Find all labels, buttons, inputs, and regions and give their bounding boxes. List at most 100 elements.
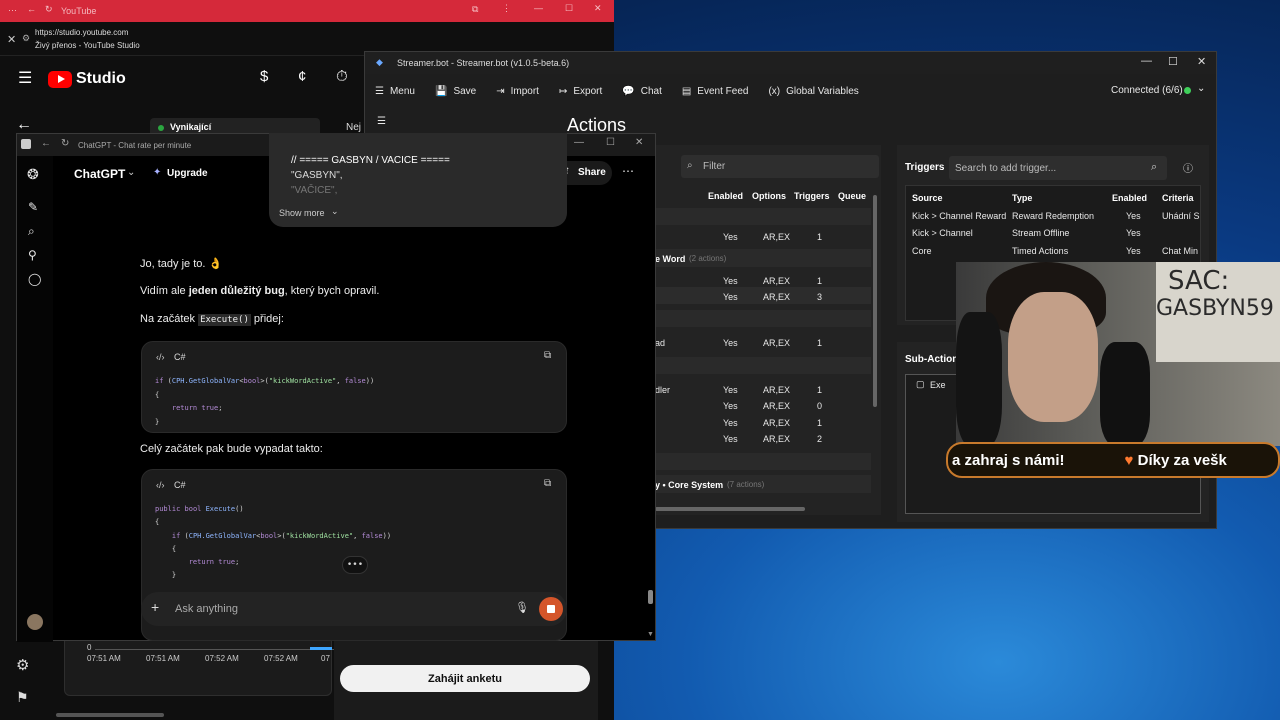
minimize-icon[interactable]: — <box>1141 55 1152 67</box>
table-row[interactable]: Yes AR,EX 3 <box>655 287 871 304</box>
trigger-search-input[interactable]: Search to add trigger... ⌕ <box>949 156 1167 180</box>
close-tab-icon[interactable]: ✕ <box>7 33 16 46</box>
maximize-icon[interactable]: ☐ <box>606 137 615 148</box>
reload-icon[interactable]: ↻ <box>45 4 53 15</box>
time-label: 07:52 AM <box>264 654 298 663</box>
message-input[interactable]: + Ask anything 🎙 <box>141 592 567 626</box>
show-more-button[interactable]: Show more <box>279 208 325 218</box>
table-row[interactable]: Yes AR,EX 1 <box>655 413 871 430</box>
site-settings-icon[interactable]: ⚙ <box>22 33 30 44</box>
cell-options: AR,EX <box>763 276 791 286</box>
openai-logo-icon[interactable]: ❂ <box>27 166 39 183</box>
group-row[interactable] <box>655 453 871 470</box>
connection-status[interactable]: Connected (6/6) <box>1111 85 1183 96</box>
table-row[interactable]: dler Yes AR,EX 1 <box>655 380 871 397</box>
model-selector[interactable]: ChatGPT <box>74 167 125 181</box>
group-row[interactable]: y • Core System (7 actions) <box>655 475 871 493</box>
monetization-icon[interactable]: ¢ <box>298 68 306 85</box>
event-feed-button[interactable]: ▤ Event Feed <box>672 86 759 97</box>
extensions-icon[interactable]: ⧉ <box>472 4 478 15</box>
close-icon[interactable]: ✕ <box>635 137 643 148</box>
chevron-down-icon[interactable]: ⌄ <box>331 206 339 217</box>
col-criteria[interactable]: Criteria <box>1162 193 1194 203</box>
more-options-icon[interactable]: ⋯ <box>622 164 634 178</box>
new-chat-icon[interactable]: ✎ <box>28 200 38 214</box>
export-button[interactable]: ↦ Export <box>549 86 612 97</box>
more-icon[interactable]: ⋮ <box>502 3 511 14</box>
scroll-more-icon[interactable]: ••• <box>342 556 368 574</box>
col-queue[interactable]: Queue <box>838 191 866 201</box>
cell-triggers: 1 <box>817 385 823 395</box>
scroll-down-icon[interactable]: ▼ <box>647 631 654 638</box>
maximize-icon[interactable]: ☐ <box>565 3 573 14</box>
microphone-icon[interactable]: 🎙 <box>515 601 529 614</box>
start-poll-button[interactable]: Zahájit anketu <box>340 665 590 692</box>
global-variables-button[interactable]: (x) Global Variables <box>758 86 868 97</box>
trigger-row[interactable]: Kick > Channel Reward Reward Redemption Ye… <box>906 208 1200 224</box>
vertical-scrollbar[interactable] <box>873 195 877 407</box>
group-row[interactable] <box>655 310 871 327</box>
info-icon[interactable]: ⓘ <box>1183 160 1193 175</box>
minimize-icon[interactable]: — <box>534 3 543 13</box>
sign-text: SAC: <box>1168 266 1230 296</box>
avatar[interactable] <box>27 614 43 630</box>
search-icon[interactable]: ⌕ <box>28 224 35 239</box>
close-icon[interactable]: ✕ <box>594 3 602 14</box>
trigger-row[interactable]: Kick > Channel Stream Offline Yes <box>906 225 1200 241</box>
reload-icon[interactable]: ↻ <box>61 138 69 149</box>
table-row[interactable]: Yes AR,EX 0 <box>655 396 871 413</box>
col-options[interactable]: Options <box>752 191 786 201</box>
add-icon[interactable]: + <box>151 599 159 615</box>
group-row[interactable] <box>655 357 871 374</box>
user-message-bubble: // ===== GASBYN / VACICE ===== "GASBYN",… <box>269 133 567 227</box>
settings-icon[interactable]: ⚙ <box>16 656 29 674</box>
back-icon[interactable]: ← <box>27 4 36 14</box>
table-row[interactable]: ad Yes AR,EX 1 <box>655 333 871 350</box>
studio-logo[interactable]: Studio <box>48 70 126 88</box>
group-row[interactable]: e Word (2 actions) <box>655 249 871 267</box>
col-type[interactable]: Type <box>1012 193 1032 203</box>
horizontal-scrollbar[interactable] <box>655 507 805 511</box>
table-row[interactable]: Yes AR,EX 2 <box>655 429 871 446</box>
stop-button[interactable] <box>539 597 563 621</box>
timer-icon[interactable]: ⏱ <box>336 68 348 85</box>
save-button[interactable]: 💾 Save <box>425 86 486 97</box>
money-icon[interactable]: $ <box>260 68 268 85</box>
upgrade-button[interactable]: Upgrade <box>167 168 208 179</box>
hamburger-icon[interactable]: ☰ <box>18 68 32 88</box>
col-enabled[interactable]: Enabled <box>1112 193 1147 203</box>
col-triggers[interactable]: Triggers <box>794 191 830 201</box>
vertical-scrollbar[interactable] <box>648 590 653 604</box>
heart-icon: ♥ <box>1124 451 1134 469</box>
close-icon[interactable]: ✕ <box>1197 55 1206 68</box>
copy-icon[interactable]: ⧉ <box>544 478 551 489</box>
copy-icon[interactable]: ⧉ <box>544 350 551 361</box>
back-icon[interactable]: ← <box>41 138 51 149</box>
table-row[interactable]: Yes AR,EX 1 <box>655 271 871 288</box>
chevron-down-icon[interactable]: ⌄ <box>1197 83 1205 94</box>
back-arrow-icon[interactable]: ← <box>16 116 32 134</box>
horizontal-scrollbar[interactable] <box>56 713 164 717</box>
triggers-label: Triggers <box>905 162 945 173</box>
import-button[interactable]: ⇥ Import <box>486 86 549 97</box>
chevron-down-icon[interactable]: ⌄ <box>127 167 135 178</box>
chat-button[interactable]: 💬 Chat <box>612 86 672 97</box>
search-icon[interactable]: ⌕ <box>1151 161 1157 174</box>
maximize-icon[interactable]: ☐ <box>1168 55 1178 68</box>
table-row[interactable]: Yes AR,EX 1 <box>655 227 871 244</box>
list-icon[interactable]: ☰ <box>377 116 386 127</box>
chat-bubble-icon[interactable]: ◯ <box>28 272 41 286</box>
cell-enabled: Yes <box>723 232 738 242</box>
url-text[interactable]: https://studio.youtube.com <box>35 28 128 37</box>
col-enabled[interactable]: Enabled <box>708 191 743 201</box>
col-source[interactable]: Source <box>912 193 943 203</box>
minimize-icon[interactable]: — <box>574 137 584 148</box>
group-row[interactable] <box>655 208 871 225</box>
sub-item[interactable]: Exe <box>930 380 946 390</box>
browser-menu-icon[interactable]: ⋯ <box>8 5 17 16</box>
trigger-row[interactable]: Core Timed Actions Yes Chat Min <box>906 243 1200 259</box>
menu-button[interactable]: ☰ Menu <box>365 86 425 97</box>
pin-icon[interactable]: ⚲ <box>28 248 37 262</box>
filter-input[interactable]: ⌕ Filter <box>681 155 879 178</box>
feedback-icon[interactable]: ⚑ <box>16 689 29 706</box>
